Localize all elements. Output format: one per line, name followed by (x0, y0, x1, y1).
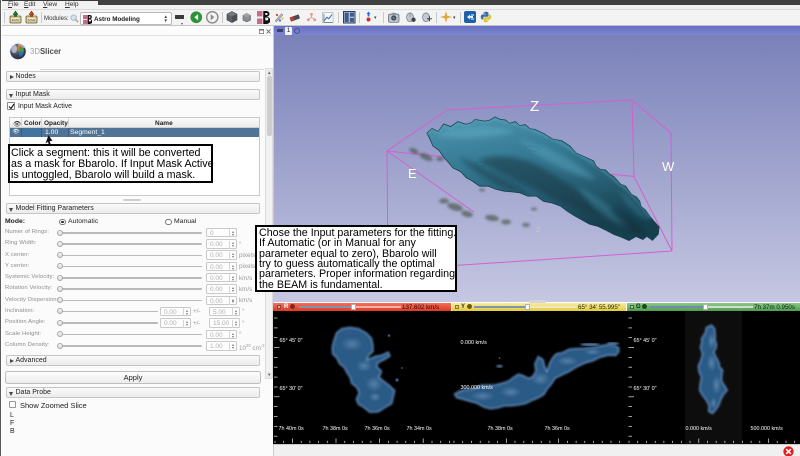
svg-text:z: z (536, 224, 541, 234)
svg-text:W: W (662, 159, 675, 174)
svg-text:SAVE: SAVE (28, 18, 36, 22)
svg-text:DATA: DATA (12, 18, 20, 22)
svg-text:E: E (408, 166, 417, 181)
svg-text:Z: Z (530, 98, 539, 115)
